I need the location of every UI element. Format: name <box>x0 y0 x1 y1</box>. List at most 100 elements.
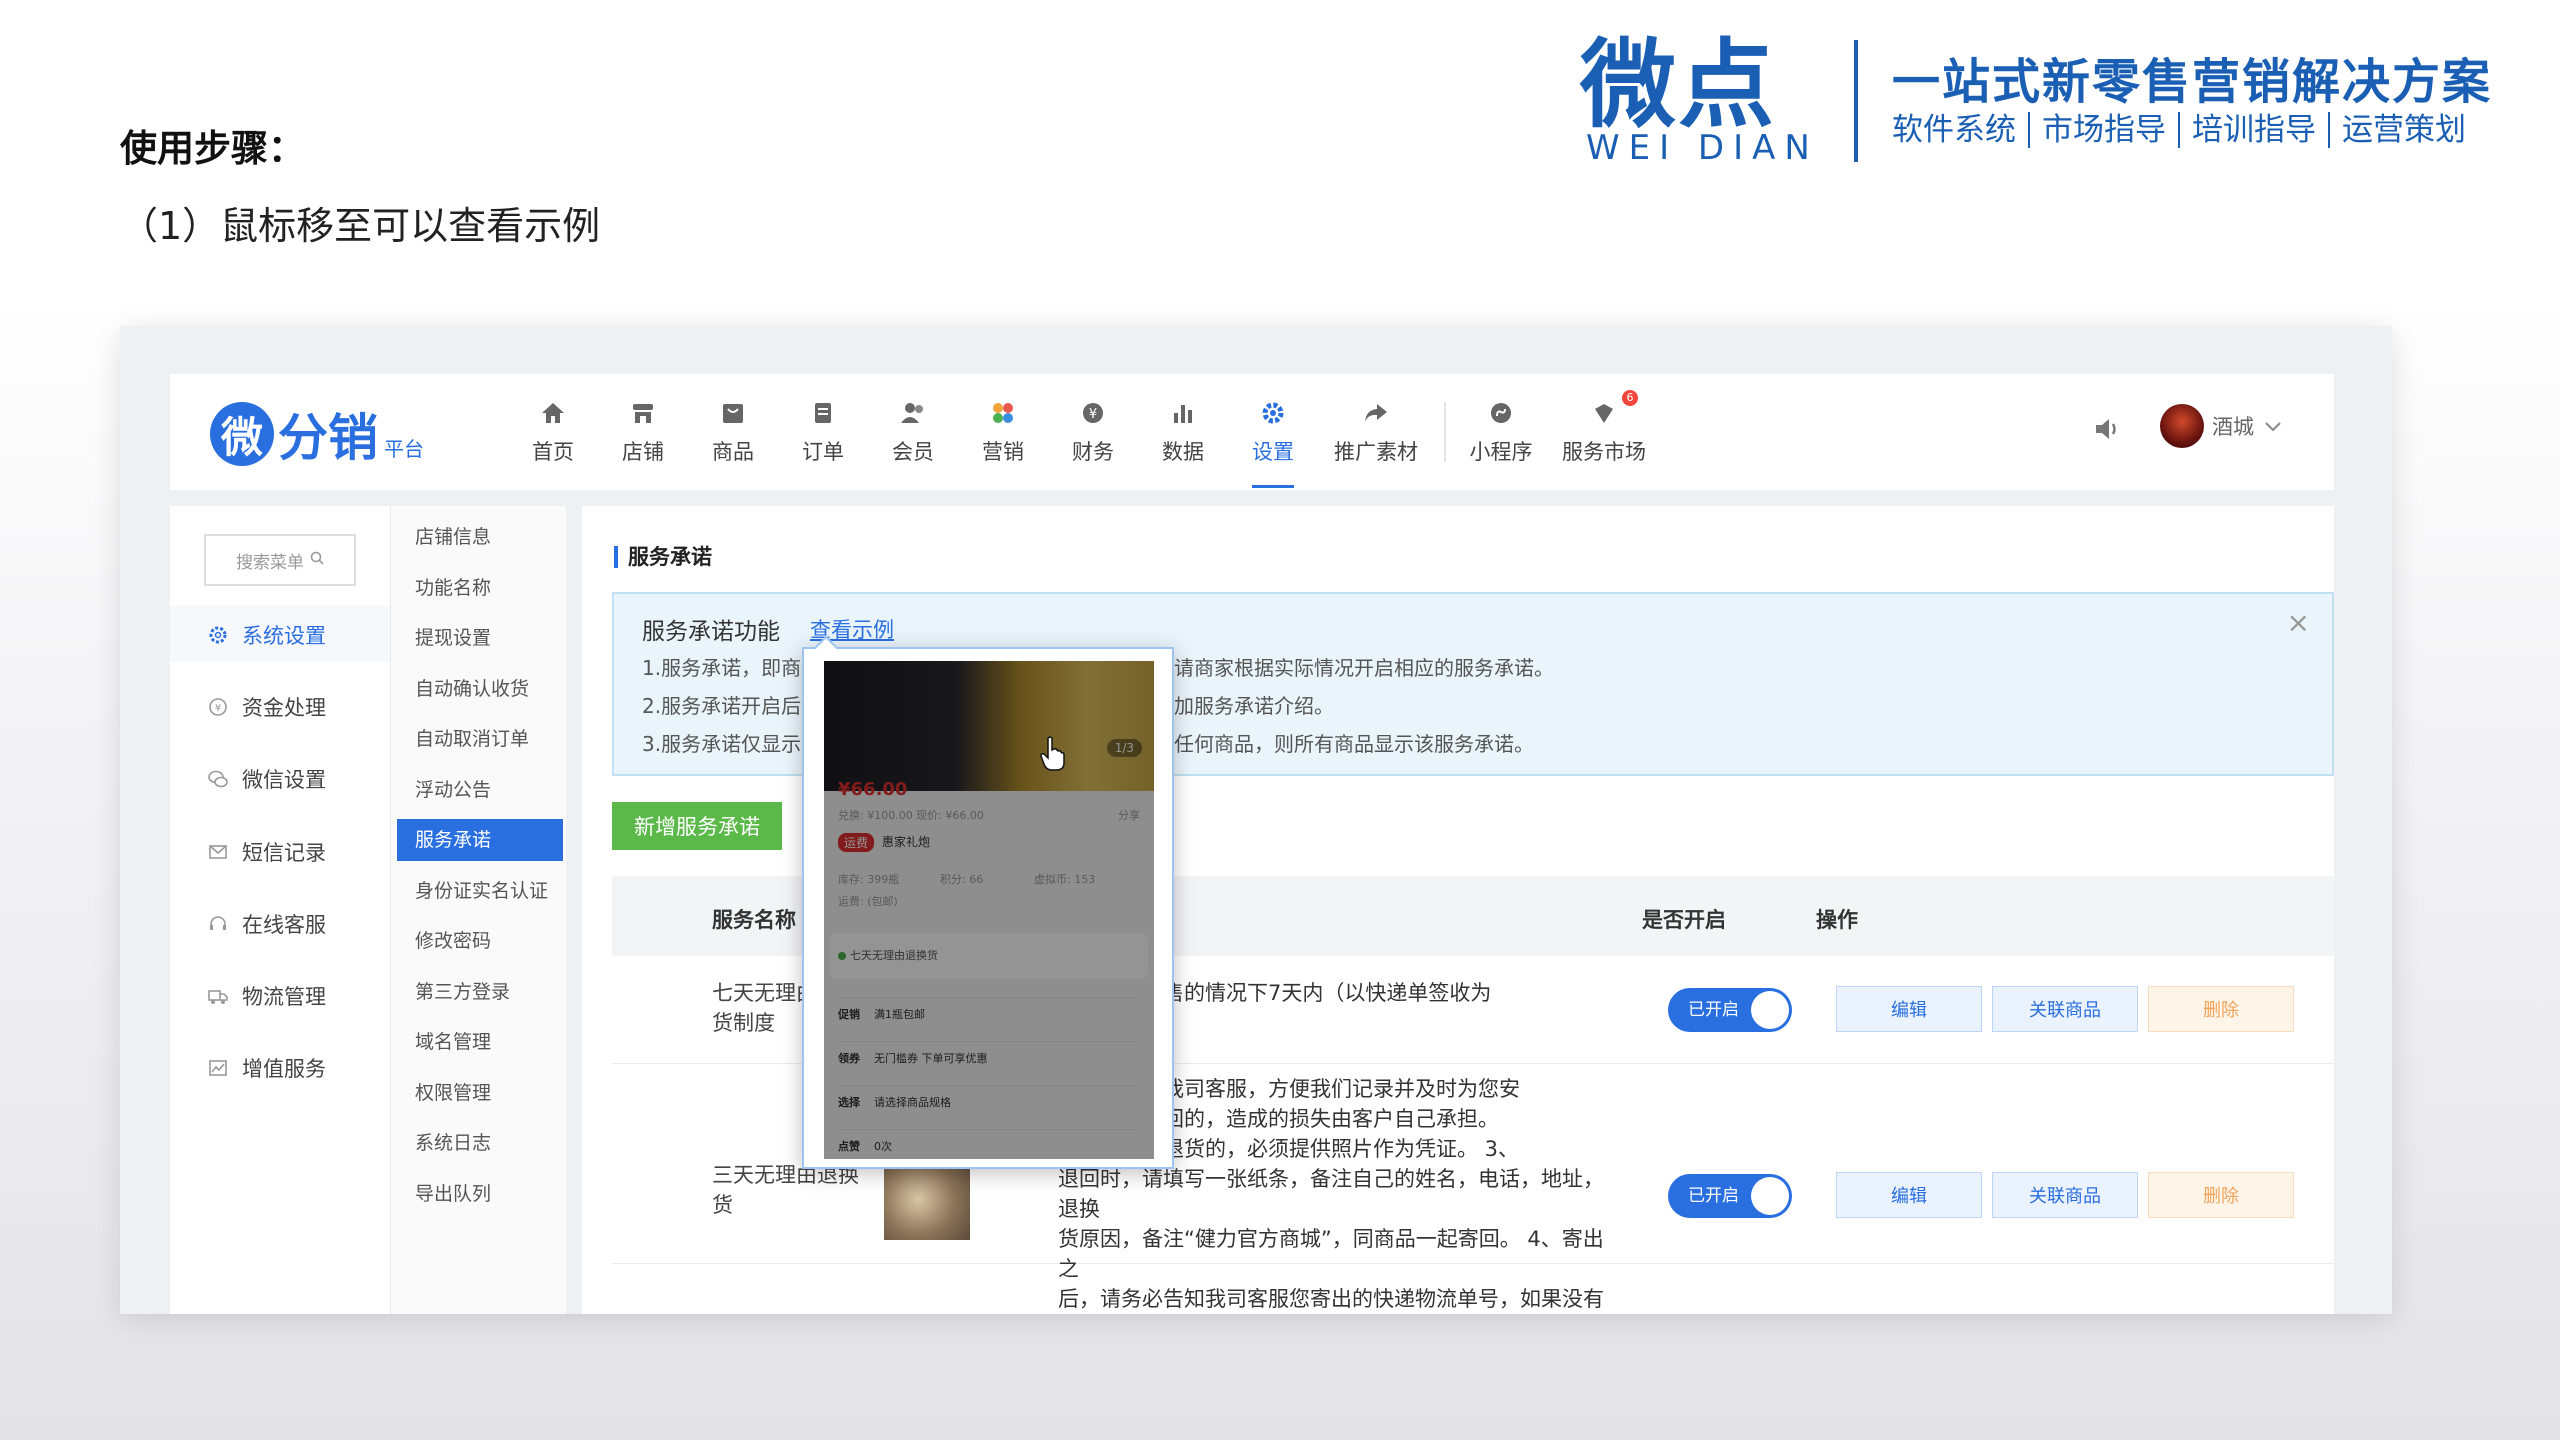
app-logo-text: 分销 <box>278 409 378 467</box>
slide-step: （1）鼠标移至可以查看示例 <box>120 204 601 248</box>
product-tag: 运费 <box>838 833 875 852</box>
header-ops: 操作 <box>1816 908 1858 932</box>
phone-row: 领券 无门槛券 下单可享优惠 <box>838 1041 1140 1066</box>
sub-item-id-verify[interactable]: 身份证实名认证 <box>391 870 567 912</box>
header-name: 服务名称 <box>712 908 796 932</box>
sub-item-system-log[interactable]: 系统日志 <box>391 1122 567 1164</box>
delete-button[interactable]: 删除 <box>2148 986 2294 1032</box>
sub-item-password[interactable]: 修改密码 <box>391 920 567 962</box>
sales-label: 运费: (包邮) <box>838 895 898 908</box>
svg-text:¥: ¥ <box>1089 407 1097 422</box>
service-name: 三天无理由退换货 <box>712 1163 859 1217</box>
wechat-icon <box>206 767 230 791</box>
nav-miniapp[interactable]: 小程序 <box>1456 388 1546 476</box>
market-icon <box>1589 398 1619 428</box>
sub-item-export-queue[interactable]: 导出队列 <box>391 1173 567 1215</box>
brand-service: 软件系统 <box>1892 112 2016 148</box>
link-goods-button[interactable]: 关联商品 <box>1992 1172 2138 1218</box>
close-icon[interactable]: × <box>2287 606 2310 639</box>
nav-marketing[interactable]: 营销 <box>958 388 1048 476</box>
user-menu[interactable]: 酒城 <box>2160 404 2282 448</box>
service-thumbnail <box>884 1166 970 1240</box>
goods-icon <box>718 398 748 428</box>
nav-badge: 6 <box>1622 390 1638 406</box>
nav-market[interactable]: 6 服务市场 <box>1546 388 1662 476</box>
edit-button[interactable]: 编辑 <box>1836 1172 1982 1218</box>
delete-button[interactable]: 删除 <box>2148 1172 2294 1218</box>
brand: 微点 WEI DIAN 一站式新零售营销解决方案 软件系统 市场指导 培训指导 … <box>1580 30 2520 170</box>
nav-label: 服务市场 <box>1562 440 1646 464</box>
stock-label: 库存: 399瓶 <box>838 873 900 886</box>
sub-item-store-info[interactable]: 店铺信息 <box>391 516 567 558</box>
sub-item-function-name[interactable]: 功能名称 <box>391 567 567 609</box>
brand-services: 软件系统 市场指导 培训指导 运营策划 <box>1892 112 2478 148</box>
menu-item-label: 物流管理 <box>242 985 326 1009</box>
nav-settings[interactable]: 设置 <box>1228 388 1318 488</box>
menu-item-label: 系统设置 <box>242 624 326 648</box>
member-icon <box>898 398 928 428</box>
section-title: 服务承诺 <box>614 546 712 568</box>
nav-label: 店铺 <box>622 440 664 464</box>
sub-item-service-promise[interactable]: 服务承诺 <box>397 819 563 861</box>
row-key: 促销 <box>838 1008 860 1021</box>
product-price: ¥66.00 <box>838 779 908 800</box>
order-icon <box>808 398 838 428</box>
notice-head: 服务承诺功能 <box>642 619 780 645</box>
add-service-button[interactable]: 新增服务承诺 <box>612 802 782 850</box>
edit-button[interactable]: 编辑 <box>1836 986 1982 1032</box>
nav-goods[interactable]: 商品 <box>688 388 778 476</box>
search-menu-input[interactable]: 搜索菜单 <box>204 534 356 586</box>
product-orig-price: 兑换: ¥100.00 现价: ¥66.00 <box>838 809 984 822</box>
nav-promo[interactable]: 推广素材 <box>1318 388 1434 476</box>
sub-item-domain[interactable]: 域名管理 <box>391 1021 567 1063</box>
truck-icon <box>206 984 230 1008</box>
nav-separator <box>1444 402 1446 462</box>
notice-line: 加服务承诺介绍。 <box>1174 694 1334 718</box>
nav-store[interactable]: 店铺 <box>598 388 688 476</box>
nav-label: 数据 <box>1162 440 1204 464</box>
hand-cursor-icon <box>1040 736 1066 772</box>
menu-item-wechat[interactable]: 微信设置 <box>206 764 326 794</box>
notice-line: 任何商品，则所有商品显示该服务承诺。 <box>1174 732 1534 756</box>
sub-item-auto-cancel[interactable]: 自动取消订单 <box>391 718 567 760</box>
nav-finance[interactable]: ¥ 财务 <box>1048 388 1138 476</box>
phone-row: 点赞 0次 <box>838 1129 1140 1154</box>
sub-item-auto-confirm[interactable]: 自动确认收货 <box>391 668 567 710</box>
notice-line: 2.服务承诺开启后 <box>642 694 802 718</box>
row-value: 满1瓶包邮 <box>874 1008 925 1021</box>
product-name: 惠家礼炮 <box>882 835 931 849</box>
nav-label: 设置 <box>1252 440 1294 464</box>
menu-item-sms[interactable]: 短信记录 <box>206 837 326 867</box>
menu-item-system-settings[interactable]: 系统设置 <box>206 620 326 650</box>
nav-member[interactable]: 会员 <box>868 388 958 476</box>
example-popup: 1/3 ¥66.00 兑换: ¥100.00 现价: ¥66.00 分享 运费 … <box>802 635 1174 1169</box>
nav-order[interactable]: 订单 <box>778 388 868 476</box>
menu-item-funds[interactable]: ¥ 资金处理 <box>206 692 326 722</box>
nav-label: 小程序 <box>1469 440 1533 464</box>
menu-item-logistics[interactable]: 物流管理 <box>206 981 326 1011</box>
menu-item-value-added[interactable]: 增值服务 <box>206 1053 326 1083</box>
chevron-down-icon <box>2264 414 2282 438</box>
app-logo[interactable]: 微 分销 平台 <box>210 398 424 470</box>
speaker-icon[interactable] <box>2092 414 2122 444</box>
enabled-toggle[interactable]: 已开启 <box>1668 988 1792 1032</box>
nav-data[interactable]: 数据 <box>1138 388 1228 476</box>
nav-home[interactable]: 首页 <box>508 388 598 476</box>
product-image <box>824 661 1154 791</box>
row-value: 无门槛券 下单可享优惠 <box>874 1052 988 1065</box>
enabled-toggle[interactable]: 已开启 <box>1668 1174 1792 1218</box>
phone-preview: 1/3 ¥66.00 兑换: ¥100.00 现价: ¥66.00 分享 运费 … <box>824 661 1154 1159</box>
row-value: 请选择商品规格 <box>874 1096 951 1109</box>
sub-item-withdraw[interactable]: 提现设置 <box>391 617 567 659</box>
header-enabled: 是否开启 <box>1642 908 1726 932</box>
link-goods-button[interactable]: 关联商品 <box>1992 986 2138 1032</box>
nav-label: 首页 <box>532 440 574 464</box>
sub-item-third-login[interactable]: 第三方登录 <box>391 971 567 1013</box>
sub-item-permission[interactable]: 权限管理 <box>391 1072 567 1114</box>
left-menu: 搜索菜单 系统设置 ¥ 资金处理 微信设置 短信记录 在线客服 物流管理 增值服… <box>170 506 390 1314</box>
nav-label: 商品 <box>712 440 754 464</box>
brand-service: 市场指导 <box>2028 112 2178 148</box>
sub-item-float-notice[interactable]: 浮动公告 <box>391 769 567 811</box>
menu-item-online-service[interactable]: 在线客服 <box>206 909 326 939</box>
phone-row: 选择 请选择商品规格 <box>838 1085 1140 1110</box>
